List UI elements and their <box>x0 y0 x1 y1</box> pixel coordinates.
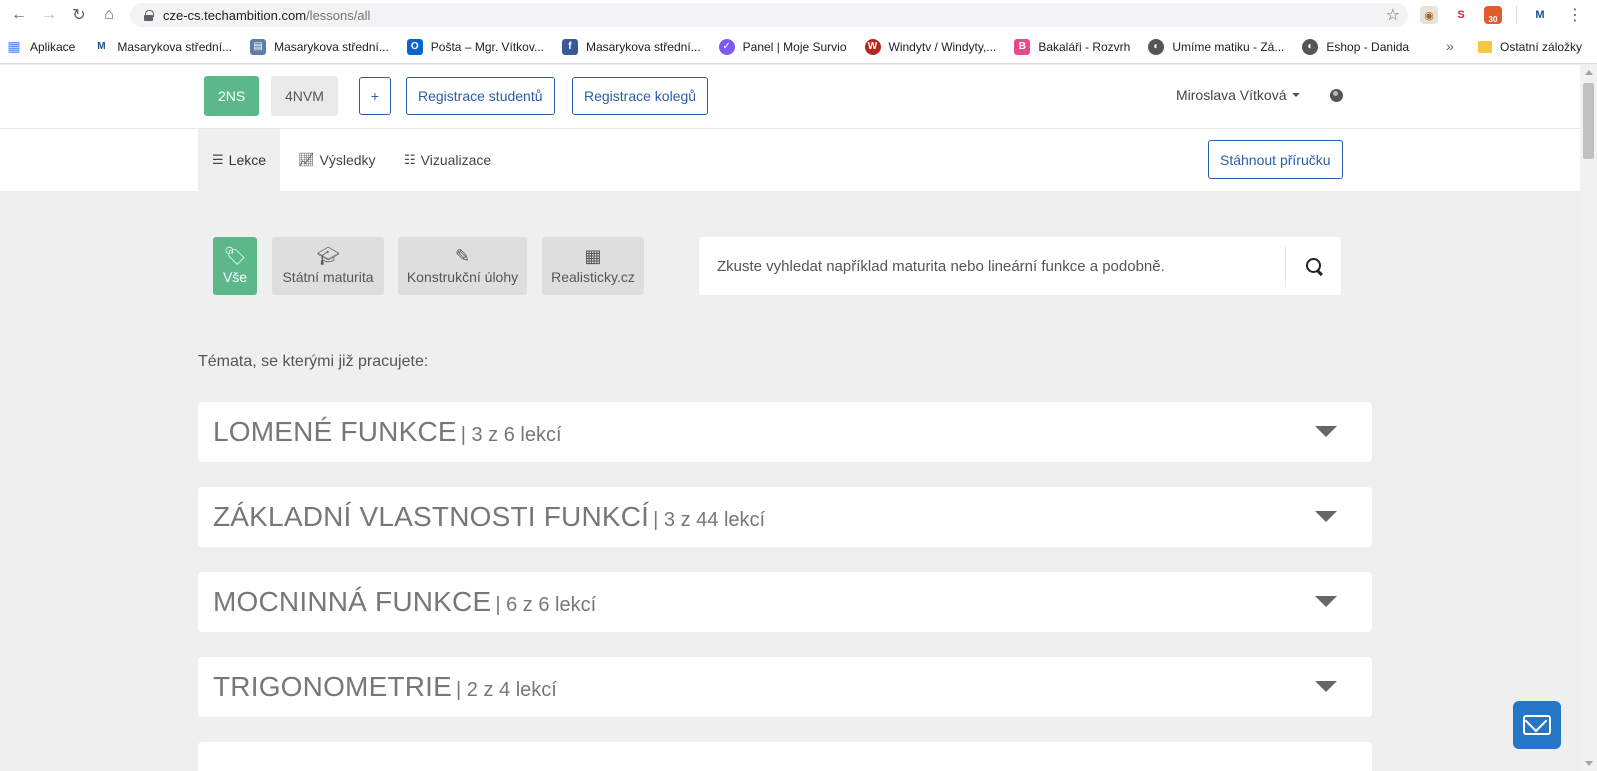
chat-button[interactable] <box>1513 701 1561 749</box>
windy-icon: W <box>864 38 881 55</box>
bookmark-item[interactable]: f Masarykova střední... <box>561 38 701 55</box>
school-logo-icon: M <box>97 41 106 52</box>
tab-vysledky[interactable]: 📈︎ Výsledky <box>284 129 390 191</box>
bookmark-item[interactable]: B Bakaláři - Rozvrh <box>1014 38 1130 55</box>
bookmarks-bar: ▦ Aplikace M Masarykova střední... ▤ Masary… <box>0 30 1597 64</box>
tab-vizualizace[interactable]: ☷ Vizualizace <box>390 129 505 191</box>
caret-down-icon[interactable] <box>1315 426 1337 437</box>
list-icon: ☰ <box>212 152 224 167</box>
bookmark-item[interactable]: ◐ Umíme matiku - Zá... <box>1148 38 1284 55</box>
search-box <box>699 237 1341 295</box>
forward-icon[interactable]: → <box>38 4 60 26</box>
globe-icon: ◐ <box>1148 38 1165 55</box>
scroll-down-icon[interactable] <box>1585 761 1593 766</box>
section-heading: Témata, se kterými již pracujete: <box>198 353 429 370</box>
folder-icon <box>1478 41 1492 53</box>
filter-realisticky[interactable]: ▦ Realisticky.cz <box>542 237 644 295</box>
browser-toolbar: ← → ↻ ⌂ cze-cs.techambition.com/lessons/… <box>0 0 1597 30</box>
scroll-up-icon[interactable] <box>1585 70 1593 75</box>
back-icon[interactable]: ← <box>8 4 30 26</box>
calendar-icon: ▤ <box>250 38 267 55</box>
search-input[interactable] <box>699 237 1284 295</box>
caret-down-icon[interactable] <box>1315 511 1337 522</box>
reload-icon[interactable]: ↻ <box>68 4 90 26</box>
browser-menu-icon[interactable]: ⋮ <box>1567 5 1583 25</box>
filter-construction-tasks[interactable]: ✎ Konstrukční úlohy <box>398 237 527 295</box>
caret-down-icon[interactable] <box>1315 596 1337 607</box>
calculator-icon: ▦ <box>584 246 602 266</box>
extension-mail-badge[interactable]: 30 <box>1484 6 1502 24</box>
lock-icon <box>144 9 154 21</box>
filter-all[interactable]: 🏷︎ Vše <box>213 237 257 295</box>
sub-navigation: ☰ Lekce 📈︎ Výsledky ☷ Vizualizace Stáhnout … <box>0 129 1580 191</box>
extension-s-icon[interactable]: S <box>1452 6 1470 24</box>
extension-palette-icon[interactable]: ◉ <box>1420 6 1438 24</box>
register-colleagues-button[interactable]: Registrace kolegů <box>572 77 709 115</box>
chart-icon: 📈︎ <box>298 152 315 167</box>
graduation-cap-icon: 🎓︎ <box>316 246 340 266</box>
top-bar: 2NS 4NVM + Registrace studentů Registrac… <box>0 65 1580 129</box>
topic-title: TRIGONOMETRIE <box>213 671 453 702</box>
caret-down-icon[interactable] <box>1315 681 1337 692</box>
topic-title: MOCNINNÁ FUNKCE <box>213 586 492 617</box>
topic-row-partial[interactable] <box>198 742 1372 771</box>
globe-icon: ◐ <box>1302 38 1319 55</box>
topic-count: | 6 z 6 lekcí <box>495 593 597 616</box>
url-path: /lessons/all <box>306 7 371 23</box>
bookmark-item[interactable]: M Masarykova střední... <box>93 39 232 55</box>
topic-row[interactable]: ZÁKLADNÍ VLASTNOSTI FUNKCÍ | 3 z 44 lekc… <box>198 487 1372 547</box>
apps-grid-icon: ▦ <box>7 38 21 54</box>
bakalari-icon: B <box>1014 38 1031 55</box>
bookmark-item[interactable]: O Pošta – Mgr. Vítkov... <box>406 38 544 55</box>
edit-icon: ✎ <box>454 246 471 266</box>
sliders-icon: ☷ <box>404 152 416 167</box>
bookmark-item[interactable]: ✓ Panel | Moje Survio <box>718 38 847 55</box>
address-bar[interactable]: cze-cs.techambition.com/lessons/all ☆ <box>130 3 1408 27</box>
page-content: 2NS 4NVM + Registrace studentů Registrac… <box>0 65 1580 771</box>
scrollbar-thumb[interactable] <box>1583 83 1594 159</box>
register-students-button[interactable]: Registrace studentů <box>406 77 555 115</box>
user-name: Miroslava Vítková <box>1176 87 1287 103</box>
extension-school-icon[interactable]: M <box>1531 6 1549 24</box>
bookmark-item[interactable]: ◐ Eshop - Danida <box>1302 38 1409 55</box>
tab-lekce[interactable]: ☰ Lekce <box>198 129 281 191</box>
class-tab-2ns[interactable]: 2NS <box>204 76 260 116</box>
bookmark-item[interactable]: ▤ Masarykova střední... <box>250 38 389 55</box>
outlook-icon: O <box>406 38 423 55</box>
topic-count: | 2 z 4 lekcí <box>456 678 557 701</box>
topic-title: ZÁKLADNÍ VLASTNOSTI FUNKCÍ <box>213 501 650 532</box>
bookmark-item[interactable]: ▦ Aplikace <box>6 38 75 55</box>
other-bookmarks[interactable]: Ostatní záložky <box>1478 30 1582 64</box>
add-class-button[interactable]: + <box>359 77 391 115</box>
chevron-down-icon <box>1292 93 1301 97</box>
class-tab-4nvm[interactable]: 4NVM <box>271 76 338 116</box>
tags-icon: 🏷︎ <box>223 246 247 266</box>
bookmark-item[interactable]: W Windytv / Windyty,... <box>864 38 996 55</box>
topic-row[interactable]: TRIGONOMETRIE | 2 z 4 lekcí <box>198 657 1372 717</box>
bookmarks-overflow-icon[interactable]: » <box>1446 38 1454 54</box>
filter-state-maturita[interactable]: 🎓︎ Státní maturita <box>272 237 384 295</box>
topic-title: LOMENÉ FUNKCE <box>213 416 457 447</box>
facebook-icon: f <box>561 38 578 55</box>
bookmark-star-icon[interactable]: ☆ <box>1386 5 1400 25</box>
search-icon <box>1305 258 1322 274</box>
page-scrollbar[interactable] <box>1580 65 1597 771</box>
download-manual-button[interactable]: Stáhnout příručku <box>1208 140 1343 179</box>
home-icon[interactable]: ⌂ <box>98 4 120 26</box>
user-menu[interactable]: Miroslava Vítková <box>1176 87 1301 103</box>
envelope-icon <box>1523 715 1551 735</box>
search-button[interactable] <box>1285 246 1341 286</box>
url-host: cze-cs.techambition.com <box>163 7 307 23</box>
topic-row[interactable]: MOCNINNÁ FUNKCE | 6 z 6 lekcí <box>198 572 1372 632</box>
language-globe-icon[interactable] <box>1330 89 1343 102</box>
topic-count: | 3 z 44 lekcí <box>653 508 766 531</box>
topic-row[interactable]: LOMENÉ FUNKCE | 3 z 6 lekcí <box>198 402 1372 462</box>
survio-icon: ✓ <box>718 38 735 55</box>
topic-count: | 3 z 6 lekcí <box>460 423 562 446</box>
